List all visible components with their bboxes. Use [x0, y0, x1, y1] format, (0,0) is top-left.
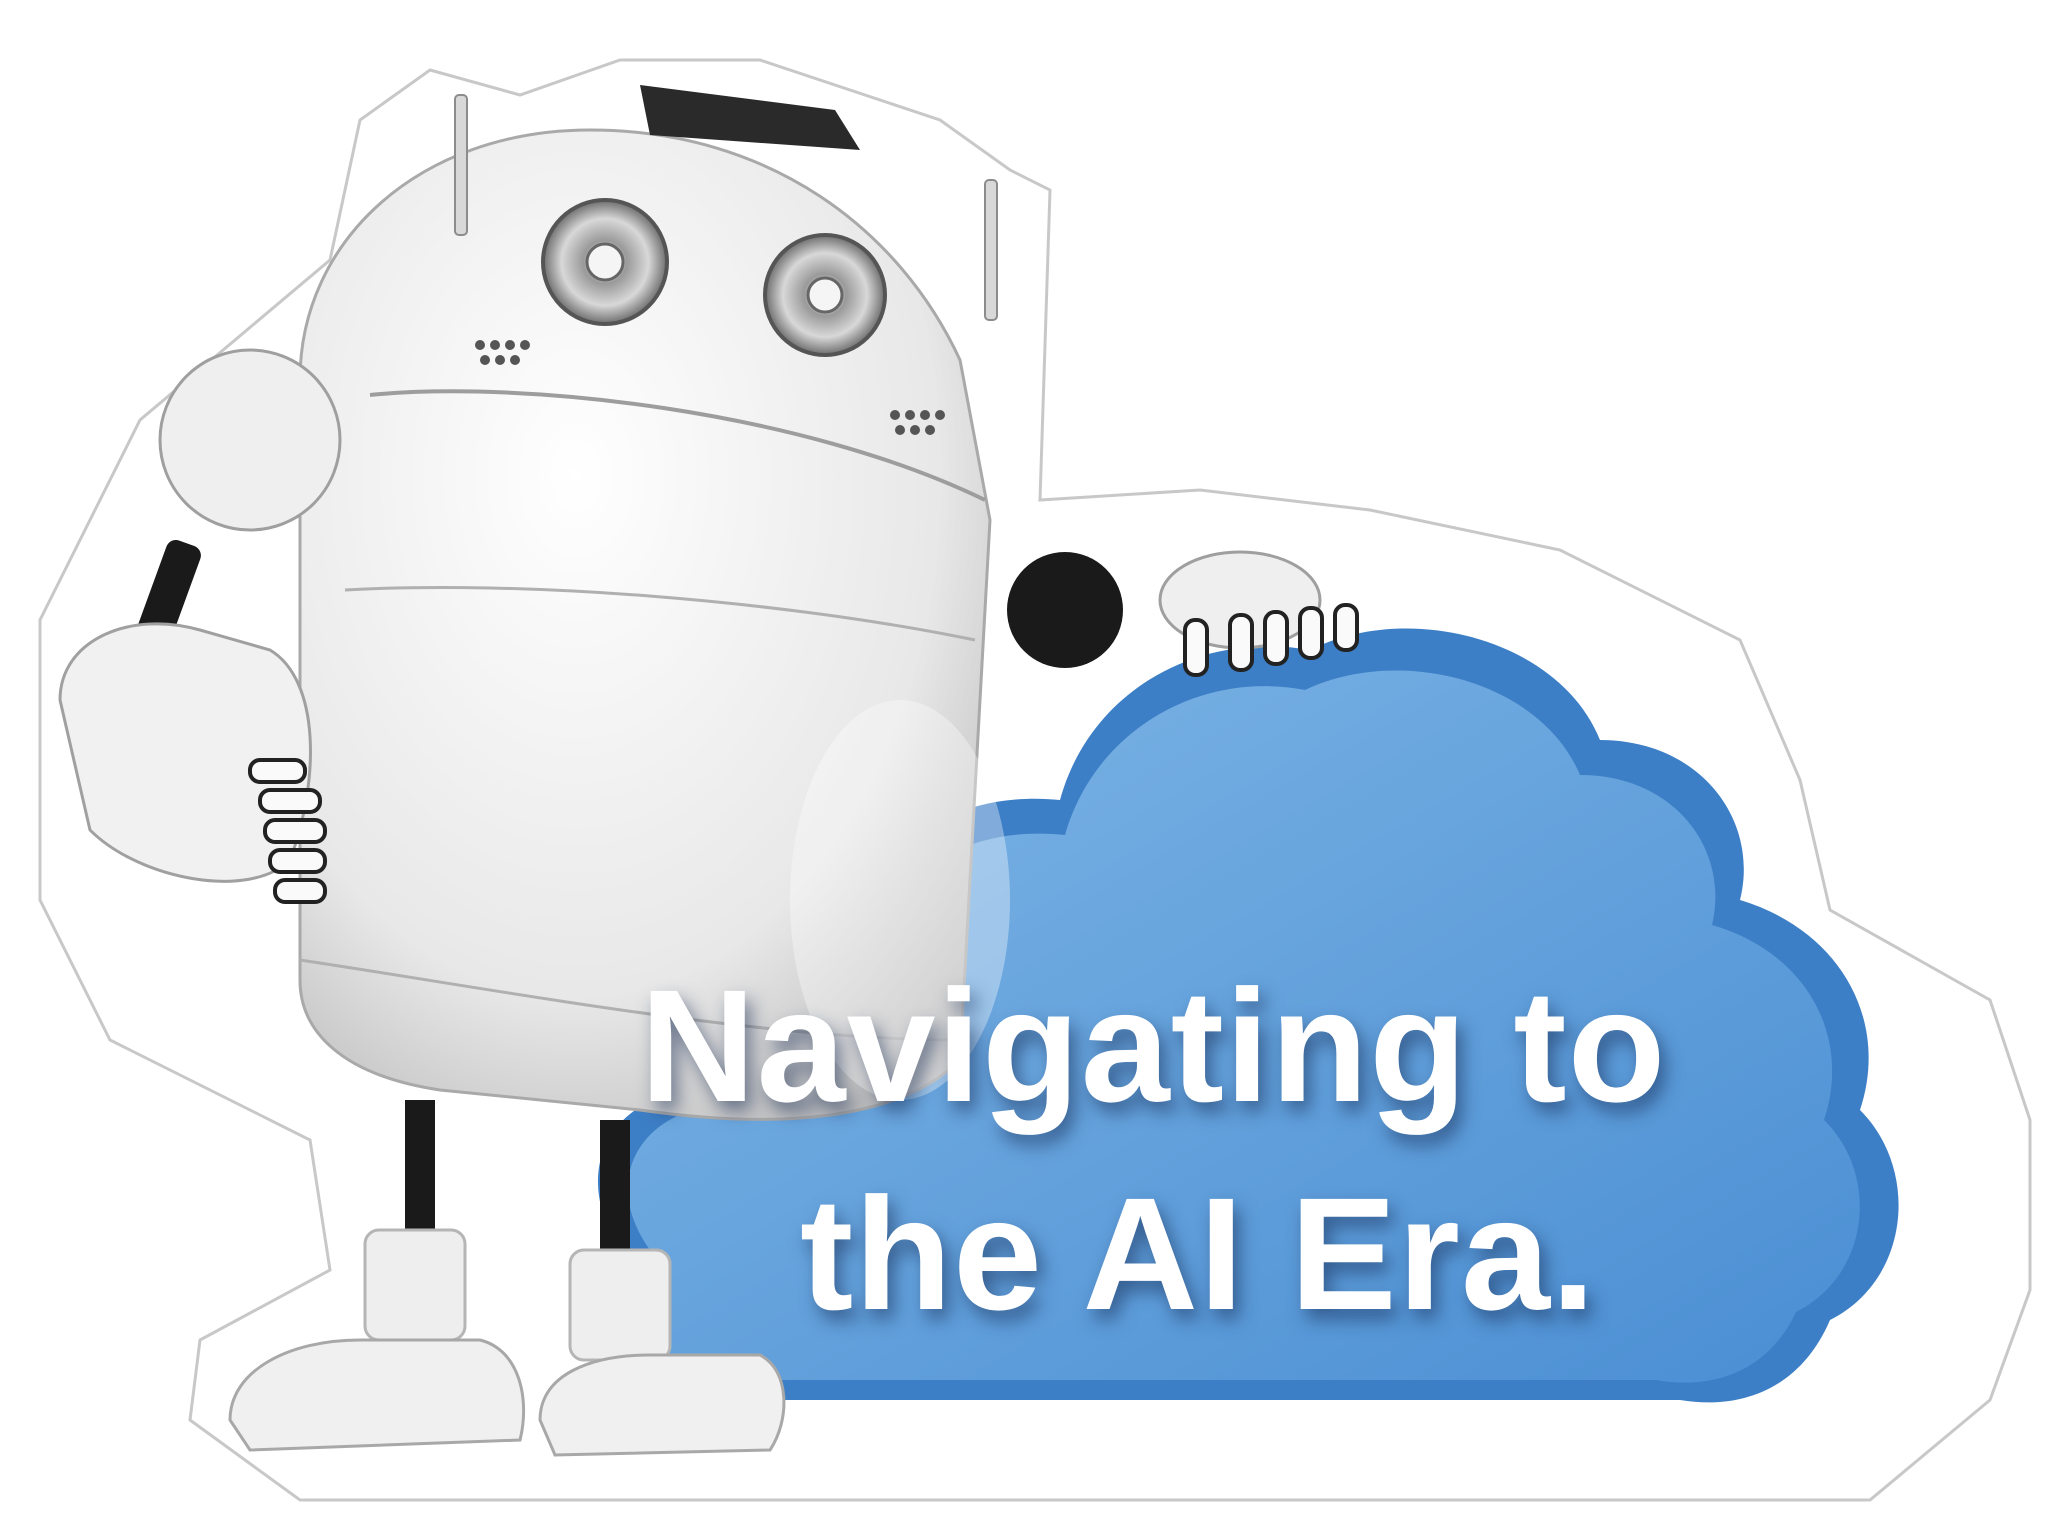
robot-left-antenna	[454, 94, 468, 236]
robot-right-foot	[538, 1353, 786, 1457]
sticker-canvas: Navigating to the AI Era.	[0, 0, 2048, 1536]
robot-right-shoulder	[1007, 552, 1123, 668]
headline: Navigating to the AI Era.	[620, 942, 1920, 1358]
robot-right-antenna	[984, 179, 998, 321]
robot-left-leg	[405, 1100, 435, 1240]
robot-left-shin	[363, 1228, 467, 1342]
headline-line-2: the AI Era.	[800, 1164, 1597, 1343]
robot-left-shoulder	[158, 348, 342, 532]
robot-right-pupil	[806, 276, 844, 314]
headline-line-1: Navigating to	[640, 956, 1667, 1135]
robot-left-pupil	[585, 242, 625, 282]
